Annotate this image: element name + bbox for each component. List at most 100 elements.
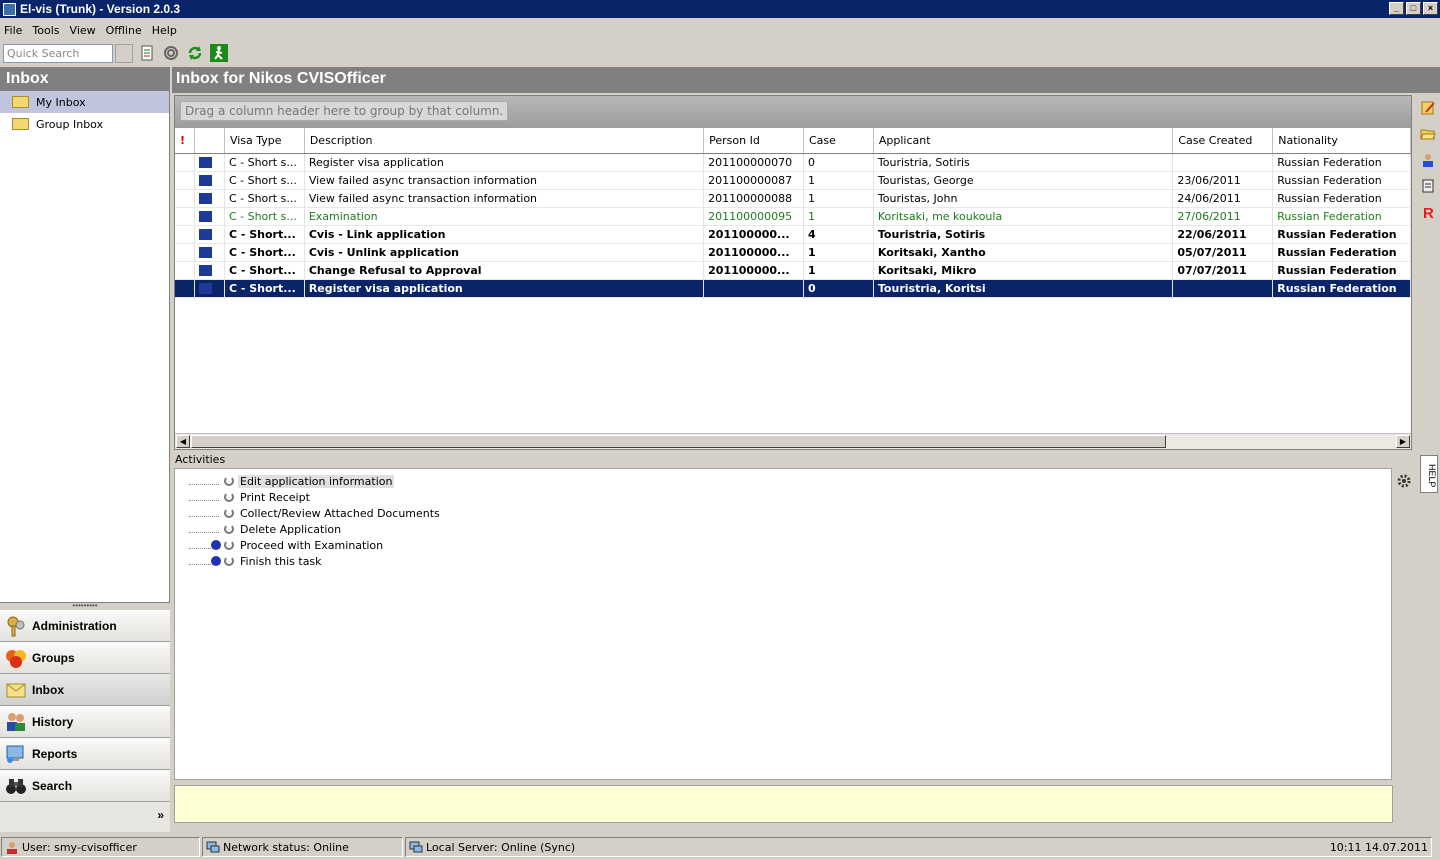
- edit-note-icon[interactable]: [1415, 95, 1440, 121]
- cell-person-id: 201100000095: [704, 208, 804, 225]
- menu-offline[interactable]: Offline: [106, 24, 142, 37]
- refresh-icon[interactable]: [185, 43, 205, 63]
- status-network: Network status: Online: [202, 837, 403, 857]
- table-row[interactable]: C - Short... Register visa application 0 To…: [175, 280, 1412, 298]
- menu-bar: File Tools View Offline Help: [0, 20, 1440, 40]
- eu-flag-icon: [198, 247, 212, 258]
- grid-rows: C - Short s... Register visa application 2…: [175, 154, 1412, 298]
- cell-priority: [175, 226, 195, 243]
- scroll-left-arrow[interactable]: ◀: [176, 435, 190, 448]
- cell-priority: [175, 154, 195, 171]
- table-row[interactable]: C - Short... Change Refusal to Approval 20…: [175, 262, 1412, 280]
- column-priority[interactable]: !: [175, 128, 195, 153]
- spiral-icon[interactable]: [161, 43, 181, 63]
- panel-splitter[interactable]: •••••••••: [0, 602, 170, 610]
- table-row[interactable]: C - Short s... Examination 201100000095 1 Ko…: [175, 208, 1412, 226]
- window-title: El-vis (Trunk) - Version 2.0.3: [20, 2, 181, 16]
- column-person-id[interactable]: Person Id: [704, 128, 804, 153]
- scroll-thumb[interactable]: [191, 435, 1166, 448]
- nav-search[interactable]: Search: [0, 770, 170, 802]
- activity-label: Collect/Review Attached Documents: [240, 506, 440, 520]
- group-by-area[interactable]: Drag a column header here to group by th…: [175, 96, 1411, 128]
- notes-field[interactable]: [174, 785, 1393, 823]
- cell-description: View failed async transaction informatio…: [305, 190, 705, 207]
- cell-flag: [195, 208, 225, 225]
- r-icon[interactable]: R: [1415, 199, 1440, 225]
- activity-item[interactable]: Delete Application: [189, 521, 343, 537]
- toolbar: Quick Search: [0, 41, 1440, 65]
- horizontal-scrollbar[interactable]: ◀ ▶: [175, 433, 1411, 449]
- cell-nationality: Russian Federation: [1273, 280, 1412, 297]
- cell-applicant: Touristas, George: [874, 172, 1174, 189]
- tree-item-group-inbox[interactable]: Group Inbox: [0, 113, 169, 135]
- activity-item[interactable]: Proceed with Examination: [189, 537, 385, 553]
- eu-flag-icon: [198, 283, 212, 294]
- status-network-text: Network status: Online: [223, 840, 349, 854]
- close-button[interactable]: ×: [1423, 2, 1438, 15]
- cell-description: View failed async transaction informatio…: [305, 172, 705, 189]
- tree-item-my-inbox[interactable]: My Inbox: [0, 91, 169, 113]
- menu-view[interactable]: View: [70, 24, 96, 37]
- cell-applicant: Touristria, Sotiris: [874, 154, 1174, 171]
- cell-visa-type: C - Short s...: [225, 154, 305, 171]
- power-icon: [224, 524, 234, 534]
- column-description[interactable]: Description: [305, 128, 705, 153]
- nav-label: Groups: [32, 650, 75, 665]
- cell-description: Examination: [305, 208, 705, 225]
- help-tab[interactable]: HELP: [1420, 455, 1438, 493]
- quick-search-input[interactable]: Quick Search: [3, 43, 113, 63]
- tree-connector: [189, 477, 219, 485]
- folder-icon: [12, 118, 29, 130]
- nav-inbox[interactable]: Inbox: [0, 674, 170, 706]
- nav-reports[interactable]: Reports: [0, 738, 170, 770]
- activity-item[interactable]: Print Receipt: [189, 489, 312, 505]
- table-row[interactable]: C - Short s... View failed async transact…: [175, 190, 1412, 208]
- activity-item[interactable]: Edit application information: [189, 473, 395, 489]
- cell-applicant: Koritsaki, me koukoula: [874, 208, 1174, 225]
- menu-file[interactable]: File: [4, 24, 22, 37]
- exit-icon[interactable]: [209, 43, 229, 63]
- power-icon: [224, 508, 234, 518]
- table-row[interactable]: C - Short s... View failed async transact…: [175, 172, 1412, 190]
- minimize-button[interactable]: _: [1389, 2, 1404, 15]
- notebook-icon[interactable]: [1415, 173, 1440, 199]
- column-case-created[interactable]: Case Created: [1173, 128, 1274, 153]
- power-icon: [224, 540, 234, 550]
- menu-help[interactable]: Help: [152, 24, 177, 37]
- page-title: Inbox for Nikos CVISOfficer: [172, 67, 1440, 93]
- nav-administration[interactable]: Administration: [0, 610, 170, 642]
- column-case[interactable]: Case: [804, 128, 874, 153]
- activity-item[interactable]: Finish this task: [189, 553, 324, 569]
- table-row[interactable]: C - Short s... Register visa application 2…: [175, 154, 1412, 172]
- document-list-icon[interactable]: [137, 43, 157, 63]
- left-panel-title: Inbox: [0, 67, 169, 91]
- quick-search-button[interactable]: [115, 43, 133, 63]
- eu-flag-icon: [198, 157, 212, 168]
- tree-connector: [189, 525, 219, 533]
- cell-priority: [175, 280, 195, 297]
- scroll-right-arrow[interactable]: ▶: [1396, 435, 1410, 448]
- cell-priority: [175, 208, 195, 225]
- menu-tools[interactable]: Tools: [32, 24, 59, 37]
- column-visa-type[interactable]: Visa Type: [225, 128, 305, 153]
- cell-case-created: [1173, 154, 1274, 171]
- cell-visa-type: C - Short...: [225, 280, 305, 297]
- nav-more-button[interactable]: »: [0, 802, 170, 832]
- person-icon[interactable]: [1415, 147, 1440, 173]
- column-nationality[interactable]: Nationality: [1273, 128, 1411, 153]
- maximize-button[interactable]: □: [1406, 2, 1421, 15]
- table-row[interactable]: C - Short... Cvis - Unlink application 201…: [175, 244, 1412, 262]
- column-flag[interactable]: [195, 128, 225, 153]
- table-row[interactable]: C - Short... Cvis - Link application 20110…: [175, 226, 1412, 244]
- nav-groups[interactable]: Groups: [0, 642, 170, 674]
- grid-header: ! Visa Type Description Person Id Case A…: [175, 128, 1411, 154]
- cell-visa-type: C - Short...: [225, 226, 305, 243]
- nav-history[interactable]: History: [0, 706, 170, 738]
- activity-item[interactable]: Collect/Review Attached Documents: [189, 505, 442, 521]
- activities-label: Activities: [175, 453, 226, 466]
- column-applicant[interactable]: Applicant: [874, 128, 1174, 153]
- nav-label: Administration: [32, 618, 117, 633]
- open-folder-icon[interactable]: [1415, 121, 1440, 147]
- cell-flag: [195, 226, 225, 243]
- gear-icon[interactable]: [1396, 473, 1412, 489]
